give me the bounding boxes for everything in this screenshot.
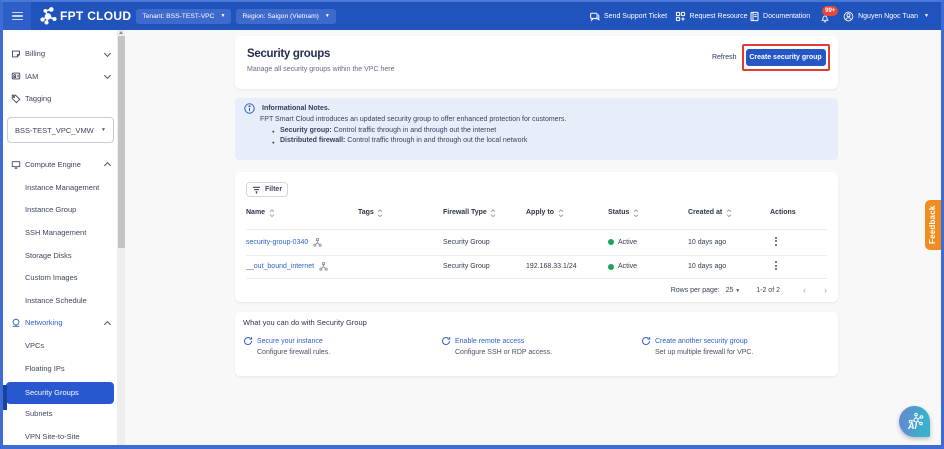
svg-text:AI: AI (907, 421, 917, 431)
